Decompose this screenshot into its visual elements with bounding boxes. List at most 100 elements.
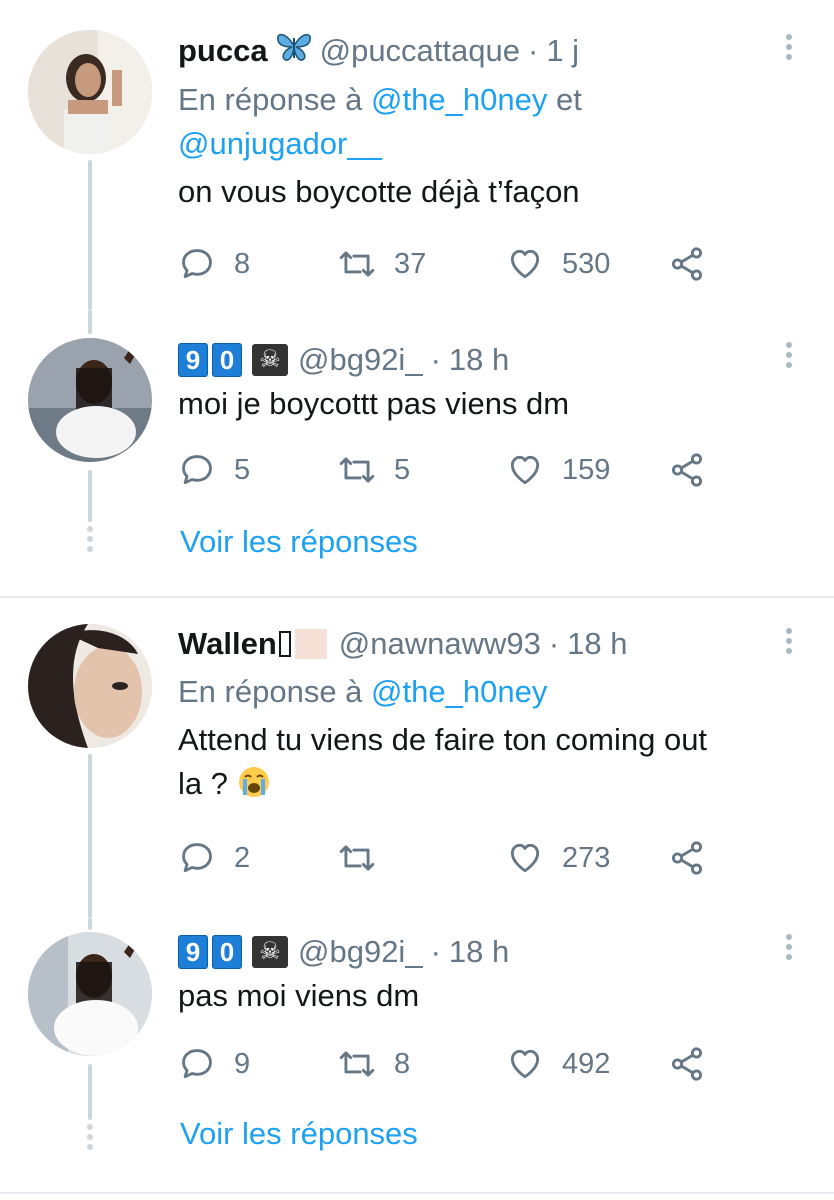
see-replies-link[interactable]: Voir les réponses — [180, 524, 418, 560]
retweet-count: 37 — [394, 247, 427, 280]
share-button[interactable] — [668, 838, 706, 878]
reply-button[interactable]: 9 — [178, 1044, 250, 1084]
tweet-time[interactable]: 18 h — [449, 340, 509, 380]
more-vertical-icon[interactable] — [786, 34, 794, 64]
retweet-button[interactable] — [338, 838, 394, 878]
retweet-icon — [339, 457, 375, 483]
more-vertical-icon[interactable] — [786, 934, 794, 964]
reply-count: 2 — [234, 841, 251, 874]
tweet-actions: 8 37 530 — [178, 244, 718, 284]
avatar-wallen[interactable] — [28, 624, 152, 748]
loudly-crying-face-emoji-icon — [237, 765, 271, 799]
avatar-pucca[interactable] — [28, 30, 152, 154]
reply-and: et — [555, 82, 582, 117]
share-button[interactable] — [668, 244, 706, 284]
like-button[interactable]: 530 — [506, 244, 610, 284]
thread-divider — [0, 1192, 834, 1194]
speech-bubble-icon — [182, 455, 212, 485]
user-handle[interactable]: @bg92i_ — [298, 932, 423, 972]
keycap-digit-badge: 0 — [212, 935, 242, 969]
user-handle[interactable]: @nawnaww93 — [339, 624, 541, 664]
more-vertical-icon[interactable] — [786, 342, 794, 372]
heart-icon — [510, 455, 540, 485]
share-icon — [671, 247, 703, 281]
reply-context: En réponse à @the_h0ney et @unjugador__ — [178, 78, 794, 166]
mention-link[interactable]: @unjugador__ — [178, 126, 382, 161]
user-handle[interactable]: @bg92i_ — [298, 340, 423, 380]
share-icon — [671, 841, 703, 875]
tweet-time[interactable]: 18 h — [567, 624, 627, 664]
thread-line — [88, 1064, 92, 1120]
tweet-wallen[interactable]: Wallen @nawnaww93 · 18 h En réponse à @t… — [0, 598, 834, 918]
avatar-bg92i[interactable] — [28, 932, 152, 1056]
retweet-icon — [339, 845, 375, 871]
display-name[interactable]: pucca — [178, 31, 268, 71]
thread-2: Wallen @nawnaww93 · 18 h En réponse à @t… — [0, 598, 834, 1192]
tweet-text: pas moi viens dm — [178, 978, 420, 1013]
like-button[interactable]: 492 — [506, 1044, 610, 1084]
tweet-time[interactable]: 1 j — [546, 31, 579, 71]
tweet-text: moi je boycottt pas viens dm — [178, 386, 570, 421]
mention-link[interactable]: @the_h0ney — [371, 674, 547, 709]
reply-button[interactable]: 8 — [178, 244, 250, 284]
skin-tone-emoji-icon — [294, 629, 327, 659]
tweet-text: on vous boycotte déjà t’façon — [178, 174, 580, 209]
more-vertical-icon[interactable] — [786, 628, 794, 658]
retweet-count: 5 — [394, 453, 411, 486]
thread-dots — [86, 1124, 94, 1154]
like-button[interactable]: 273 — [506, 838, 610, 878]
reply-button[interactable]: 5 — [178, 450, 250, 490]
like-button[interactable]: 159 — [506, 450, 610, 490]
reply-count: 5 — [234, 453, 251, 486]
thread-line — [88, 470, 92, 522]
tweet-actions: 9 8 492 — [178, 1044, 718, 1084]
retweet-button[interactable]: 5 — [338, 450, 410, 490]
like-count: 273 — [562, 841, 611, 874]
separator-dot: · — [430, 342, 441, 377]
retweet-button[interactable]: 37 — [338, 244, 426, 284]
tweet-bg92i[interactable]: 9 0 ☠ @bg92i_ · 18 h pas moi viens dm 9 … — [0, 918, 834, 1192]
heart-icon — [510, 249, 540, 279]
heart-icon — [510, 1049, 540, 1079]
tweet-actions: 5 5 159 — [178, 450, 718, 490]
separator-dot: · — [548, 626, 560, 661]
see-replies-link[interactable]: Voir les réponses — [180, 1116, 418, 1152]
tweet-time[interactable]: 18 h — [449, 932, 509, 972]
retweet-icon — [339, 251, 375, 277]
share-button[interactable] — [668, 450, 706, 490]
avatar-bg92i-image — [28, 338, 152, 462]
pirate-flag-emoji-icon: ☠ — [252, 344, 288, 376]
thread-line — [88, 310, 92, 334]
retweet-button[interactable]: 8 — [338, 1044, 410, 1084]
reply-count: 9 — [234, 1047, 251, 1080]
reply-prefix: En réponse à — [178, 674, 363, 709]
thread-1: pucca @puccattaque · 1 j En réponse à @t… — [0, 0, 834, 595]
avatar-bg92i[interactable] — [28, 338, 152, 462]
tweet-actions: 2 273 — [178, 838, 718, 878]
like-count: 530 — [562, 247, 611, 280]
speech-bubble-icon — [182, 1049, 212, 1079]
separator-dot: · — [528, 33, 539, 68]
share-icon — [671, 1047, 703, 1081]
tweet-header: 9 0 ☠ @bg92i_ · 18 h — [178, 932, 794, 972]
pirate-flag-emoji-icon: ☠ — [252, 936, 288, 968]
avatar-wallen-image — [28, 624, 152, 748]
tweet-bg92i[interactable]: 9 0 ☠ @bg92i_ · 18 h moi je boycottt pas… — [0, 310, 834, 595]
user-handle[interactable]: @puccattaque — [320, 31, 520, 71]
share-icon — [671, 453, 703, 487]
tweet-header: pucca @puccattaque · 1 j — [178, 30, 794, 72]
reply-count: 8 — [234, 247, 251, 280]
share-button[interactable] — [668, 1044, 706, 1084]
reply-button[interactable]: 2 — [178, 838, 250, 878]
retweet-icon — [339, 1051, 375, 1077]
tweet-text-line: la ? — [178, 766, 228, 801]
mention-link[interactable]: @the_h0ney — [371, 82, 547, 117]
tweet-header: 9 0 ☠ @bg92i_ · 18 h — [178, 340, 794, 380]
reply-context: En réponse à @the_h0ney — [178, 670, 794, 714]
speech-bubble-icon — [182, 843, 212, 873]
speech-bubble-icon — [182, 249, 212, 279]
display-name[interactable]: Wallen — [178, 624, 277, 664]
thread-line — [88, 160, 92, 310]
like-count: 159 — [562, 453, 611, 486]
tweet-pucca[interactable]: pucca @puccattaque · 1 j En réponse à @t… — [0, 0, 834, 310]
